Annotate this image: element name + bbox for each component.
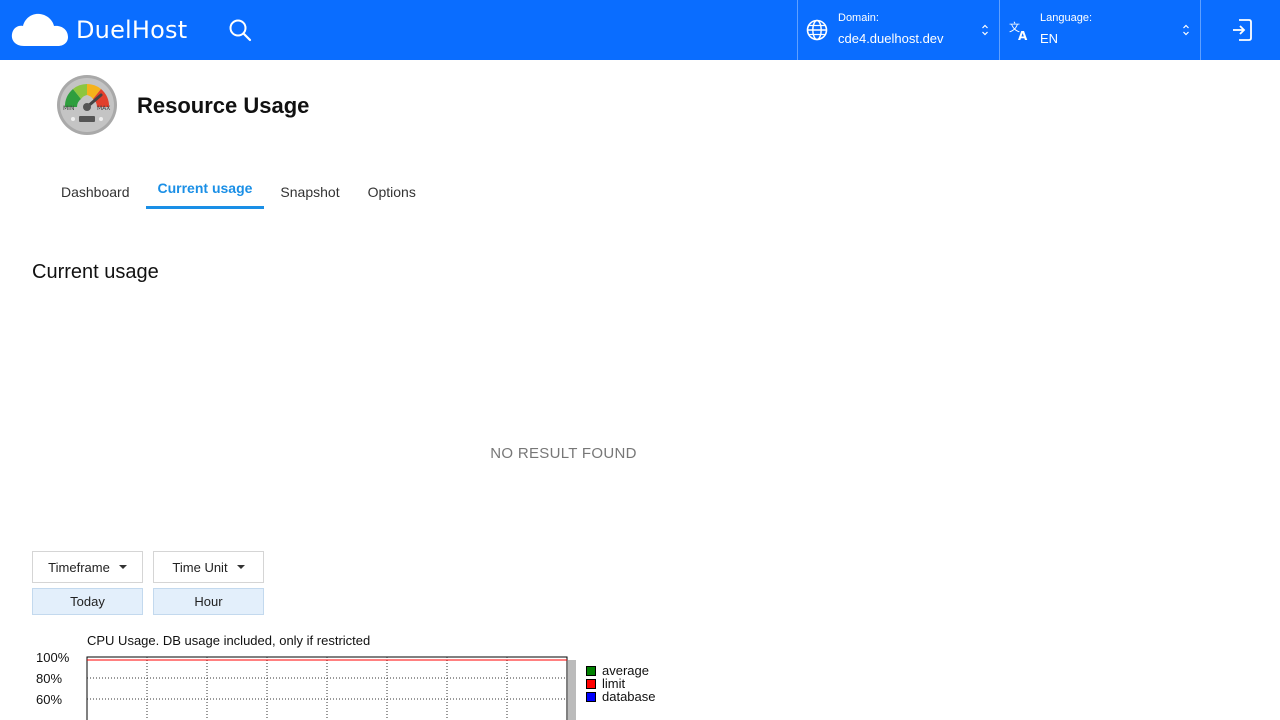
logout-button[interactable]	[1200, 0, 1280, 60]
updown-chevron-icon	[982, 24, 988, 36]
time-unit-dropdown[interactable]: Time Unit	[153, 551, 264, 583]
caret-down-icon	[118, 565, 127, 569]
language-selector[interactable]: 文 A Language: EN	[999, 0, 1200, 60]
domain-selector[interactable]: Domain: cde4.duelhost.dev	[797, 0, 999, 60]
language-value: EN	[1040, 31, 1059, 46]
y-tick-label: 60%	[36, 692, 62, 707]
empty-state-message: NO RESULT FOUND	[490, 445, 637, 462]
legend-item-database: database	[586, 690, 656, 703]
cloud-icon	[11, 13, 69, 47]
globe-icon	[806, 19, 828, 41]
language-label: Language:	[1040, 12, 1092, 24]
legend-swatch-average	[586, 665, 596, 676]
svg-text:MAX: MAX	[97, 105, 110, 112]
time-unit-value[interactable]: Hour	[153, 588, 264, 615]
tab-current-usage[interactable]: Current usage	[145, 170, 265, 209]
section-title: Current usage	[32, 261, 159, 283]
legend-label-database: database	[602, 689, 656, 704]
tab-snapshot[interactable]: Snapshot	[268, 172, 351, 211]
page-title: Resource Usage	[137, 93, 310, 118]
logout-icon	[1233, 19, 1252, 41]
search-button[interactable]	[228, 18, 252, 42]
translate-icon: 文 A	[1009, 20, 1028, 41]
search-icon	[229, 19, 252, 42]
y-tick-label: 80%	[36, 671, 62, 686]
tab-dashboard[interactable]: Dashboard	[49, 172, 142, 211]
chart-title: CPU Usage. DB usage included, only if re…	[87, 633, 371, 648]
chart-legend: average limit database	[586, 664, 656, 703]
top-navbar: DuelHost Domain: cde4.duelhost.dev 文 A L…	[0, 0, 1280, 60]
timeframe-dropdown[interactable]: Timeframe	[32, 551, 143, 583]
timeframe-value[interactable]: Today	[32, 588, 143, 615]
caret-down-icon	[236, 565, 245, 569]
domain-label: Domain:	[838, 12, 879, 24]
gauge-icon: MIN MAX	[57, 75, 117, 135]
y-tick-label: 100%	[36, 652, 70, 665]
domain-value: cde4.duelhost.dev	[838, 31, 944, 46]
timeframe-label: Timeframe	[48, 559, 110, 575]
brand-logo[interactable]: DuelHost	[10, 12, 187, 48]
brand-name: DuelHost	[76, 16, 188, 44]
tab-bar: Dashboard Current usage Snapshot Options	[49, 172, 428, 212]
time-unit-label: Time Unit	[172, 559, 228, 575]
tab-options[interactable]: Options	[356, 172, 428, 211]
updown-chevron-icon	[1183, 24, 1189, 36]
legend-swatch-limit	[586, 678, 596, 689]
svg-text:A: A	[1018, 29, 1028, 41]
svg-text:MIN: MIN	[63, 105, 74, 112]
chart-frame-shadow	[568, 660, 576, 720]
legend-swatch-database	[586, 691, 596, 702]
